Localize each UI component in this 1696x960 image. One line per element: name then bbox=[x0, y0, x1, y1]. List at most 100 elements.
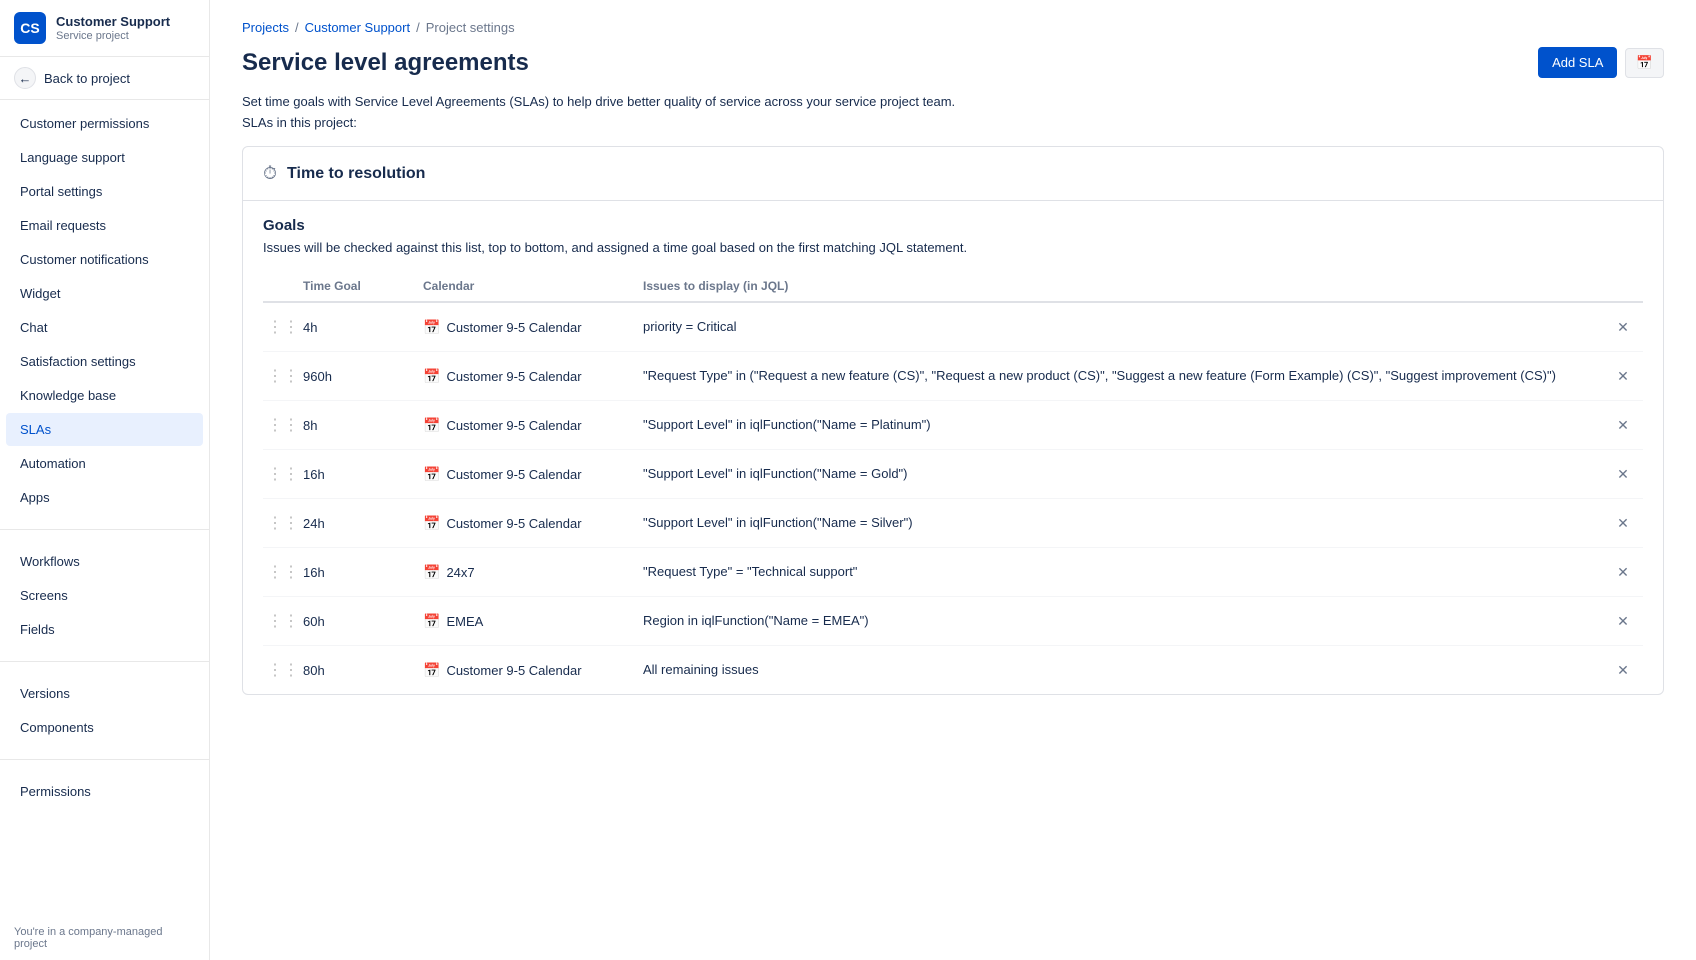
sla-card-header: ⏱ Time to resolution bbox=[243, 147, 1663, 201]
breadcrumb: Projects / Customer Support / Project se… bbox=[242, 20, 1664, 35]
goals-title: Goals bbox=[263, 217, 1643, 234]
nav-divider-3 bbox=[0, 759, 209, 760]
time-goal-value: 80h bbox=[303, 663, 423, 678]
drag-handle[interactable]: ⋮⋮ bbox=[263, 611, 303, 631]
page-description: Set time goals with Service Level Agreem… bbox=[242, 94, 1664, 109]
calendar-icon: 📅 bbox=[423, 662, 440, 679]
time-goal-value: 16h bbox=[303, 565, 423, 580]
sidebar-item-screens[interactable]: Screens bbox=[6, 579, 203, 612]
sidebar-header: CS Customer Support Service project bbox=[0, 0, 209, 57]
calendar-icon-button[interactable]: 📅 bbox=[1625, 48, 1664, 78]
remove-button[interactable]: ✕ bbox=[1603, 417, 1643, 434]
sidebar-item-workflows[interactable]: Workflows bbox=[6, 545, 203, 578]
time-goal-value: 24h bbox=[303, 516, 423, 531]
table-row: ⋮⋮ 4h 📅 Customer 9-5 Calendar priority =… bbox=[263, 303, 1643, 352]
page-title: Service level agreements bbox=[242, 49, 529, 77]
sidebar-item-satisfaction-settings[interactable]: Satisfaction settings bbox=[6, 345, 203, 378]
calendar-value: Customer 9-5 Calendar bbox=[446, 516, 581, 531]
calendar-icon: 📅 bbox=[423, 564, 440, 581]
remove-button[interactable]: ✕ bbox=[1603, 319, 1643, 336]
jql-value: priority = Critical bbox=[643, 317, 1603, 337]
calendar-value: Customer 9-5 Calendar bbox=[446, 467, 581, 482]
remove-button[interactable]: ✕ bbox=[1603, 564, 1643, 581]
col-jql: Issues to display (in JQL) bbox=[643, 279, 1603, 293]
back-to-project-link[interactable]: ← Back to project bbox=[0, 57, 209, 100]
table-row: ⋮⋮ 8h 📅 Customer 9-5 Calendar "Support L… bbox=[263, 401, 1643, 450]
calendar-value: Customer 9-5 Calendar bbox=[446, 320, 581, 335]
jql-value: "Support Level" in iqlFunction("Name = P… bbox=[643, 415, 1603, 435]
drag-handle[interactable]: ⋮⋮ bbox=[263, 415, 303, 435]
table-row: ⋮⋮ 16h 📅 Customer 9-5 Calendar "Support … bbox=[263, 450, 1643, 499]
remove-button[interactable]: ✕ bbox=[1603, 662, 1643, 679]
drag-handle[interactable]: ⋮⋮ bbox=[263, 660, 303, 680]
calendar-icon: 📅 bbox=[423, 466, 440, 483]
drag-handle[interactable]: ⋮⋮ bbox=[263, 562, 303, 582]
calendar-icon: 📅 bbox=[423, 613, 440, 630]
sidebar-item-portal-settings[interactable]: Portal settings bbox=[6, 175, 203, 208]
jql-value: "Request Type" = "Technical support" bbox=[643, 562, 1603, 582]
calendar-cell: 📅 Customer 9-5 Calendar bbox=[423, 319, 643, 336]
back-label: Back to project bbox=[44, 71, 130, 86]
calendar-icon: 📅 bbox=[423, 368, 440, 385]
remove-button[interactable]: ✕ bbox=[1603, 613, 1643, 630]
sidebar-item-widget[interactable]: Widget bbox=[6, 277, 203, 310]
sidebar-item-fields[interactable]: Fields bbox=[6, 613, 203, 646]
table-row: ⋮⋮ 960h 📅 Customer 9-5 Calendar "Request… bbox=[263, 352, 1643, 401]
sidebar-item-components[interactable]: Components bbox=[6, 711, 203, 744]
remove-button[interactable]: ✕ bbox=[1603, 515, 1643, 532]
calendar-value: Customer 9-5 Calendar bbox=[446, 663, 581, 678]
jql-value: Region in iqlFunction("Name = EMEA") bbox=[643, 611, 1603, 631]
sla-card-time-to-resolution: ⏱ Time to resolution Goals Issues will b… bbox=[242, 146, 1664, 695]
col-calendar: Calendar bbox=[423, 279, 643, 293]
time-goal-value: 4h bbox=[303, 320, 423, 335]
calendar-cell: 📅 Customer 9-5 Calendar bbox=[423, 417, 643, 434]
breadcrumb-project-settings: Project settings bbox=[426, 20, 515, 35]
nav-divider-1 bbox=[0, 529, 209, 530]
sidebar-item-versions[interactable]: Versions bbox=[6, 677, 203, 710]
project-info: Customer Support Service project bbox=[56, 14, 170, 43]
page-sub-label: SLAs in this project: bbox=[242, 115, 1664, 130]
breadcrumb-sep1: / bbox=[295, 20, 299, 35]
project-name: Customer Support bbox=[56, 14, 170, 31]
sidebar-footer: You're in a company-managed project bbox=[0, 916, 209, 960]
goals-desc: Issues will be checked against this list… bbox=[263, 240, 1643, 255]
calendar-cell: 📅 Customer 9-5 Calendar bbox=[423, 515, 643, 532]
sidebar: CS Customer Support Service project ← Ba… bbox=[0, 0, 210, 960]
drag-handle[interactable]: ⋮⋮ bbox=[263, 366, 303, 386]
add-sla-button[interactable]: Add SLA bbox=[1538, 47, 1617, 78]
col-time-goal: Time Goal bbox=[303, 279, 423, 293]
table-row: ⋮⋮ 16h 📅 24x7 "Request Type" = "Technica… bbox=[263, 548, 1643, 597]
sidebar-item-apps[interactable]: Apps bbox=[6, 481, 203, 514]
sidebar-item-chat[interactable]: Chat bbox=[6, 311, 203, 344]
time-goal-value: 8h bbox=[303, 418, 423, 433]
calendar-value: EMEA bbox=[446, 614, 483, 629]
calendar-cell: 📅 EMEA bbox=[423, 613, 643, 630]
calendar-icon: 📅 bbox=[423, 319, 440, 336]
drag-handle[interactable]: ⋮⋮ bbox=[263, 513, 303, 533]
sidebar-item-slas[interactable]: SLAs bbox=[6, 413, 203, 446]
sidebar-item-knowledge-base[interactable]: Knowledge base bbox=[6, 379, 203, 412]
sidebar-item-customer-notifications[interactable]: Customer notifications bbox=[6, 243, 203, 276]
calendar-cell: 📅 24x7 bbox=[423, 564, 643, 581]
project-logo: CS bbox=[14, 12, 46, 44]
nav-divider-2 bbox=[0, 661, 209, 662]
calendar-cell: 📅 Customer 9-5 Calendar bbox=[423, 368, 643, 385]
table-row: ⋮⋮ 80h 📅 Customer 9-5 Calendar All remai… bbox=[263, 646, 1643, 694]
drag-handle[interactable]: ⋮⋮ bbox=[263, 317, 303, 337]
remove-button[interactable]: ✕ bbox=[1603, 368, 1643, 385]
sidebar-item-customer-permissions[interactable]: Customer permissions bbox=[6, 107, 203, 140]
calendar-value: Customer 9-5 Calendar bbox=[446, 418, 581, 433]
sidebar-item-automation[interactable]: Automation bbox=[6, 447, 203, 480]
sidebar-item-permissions[interactable]: Permissions bbox=[6, 775, 203, 808]
sidebar-item-email-requests[interactable]: Email requests bbox=[6, 209, 203, 242]
clock-icon: ⏱ bbox=[263, 163, 277, 184]
main-content: Projects / Customer Support / Project se… bbox=[210, 0, 1696, 960]
drag-handle[interactable]: ⋮⋮ bbox=[263, 464, 303, 484]
table-row: ⋮⋮ 24h 📅 Customer 9-5 Calendar "Support … bbox=[263, 499, 1643, 548]
calendar-icon: 📅 bbox=[423, 515, 440, 532]
breadcrumb-projects[interactable]: Projects bbox=[242, 20, 289, 35]
breadcrumb-customer-support[interactable]: Customer Support bbox=[305, 20, 411, 35]
back-icon: ← bbox=[14, 67, 36, 89]
sidebar-item-language-support[interactable]: Language support bbox=[6, 141, 203, 174]
remove-button[interactable]: ✕ bbox=[1603, 466, 1643, 483]
